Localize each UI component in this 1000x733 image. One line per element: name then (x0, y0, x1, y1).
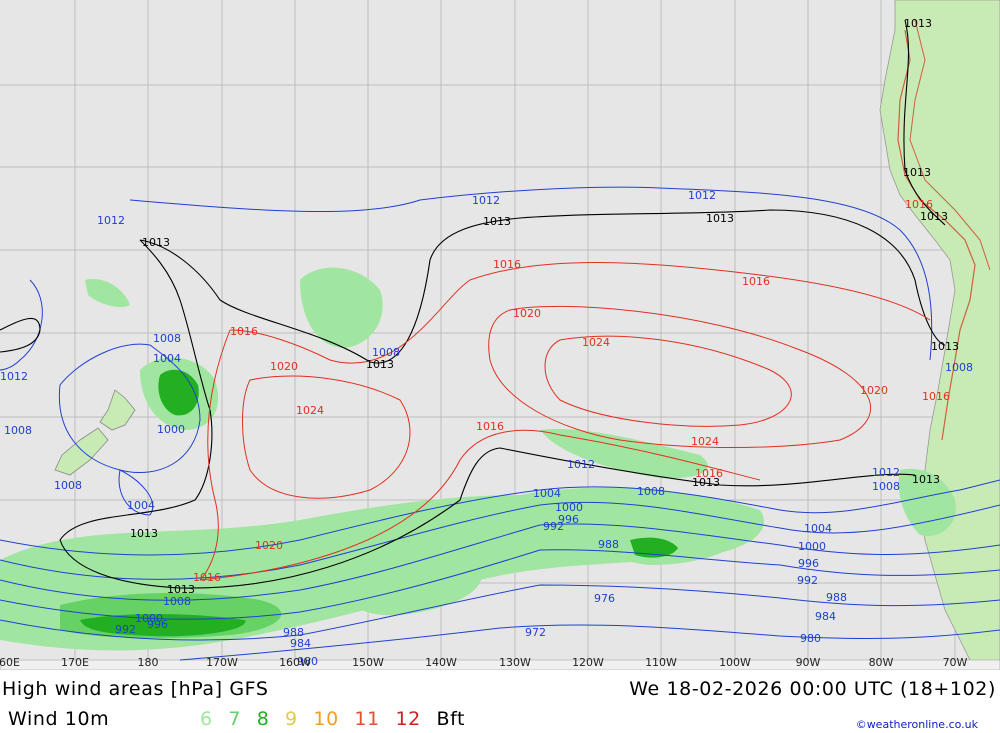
isobar-label: 992 (543, 520, 564, 533)
isobar-label: 1013 (912, 473, 940, 486)
isobar-label: 1013 (904, 17, 932, 30)
lon-label: 160W (279, 656, 311, 669)
isobar-label: 1008 (637, 485, 665, 498)
isobar-label: 1020 (270, 360, 298, 373)
isobar-label: 1012 (688, 189, 716, 202)
isobar-label: 992 (115, 623, 136, 636)
isobar-label: 1024 (582, 336, 610, 349)
isobar-label: 1013 (903, 166, 931, 179)
isobar-label: 980 (800, 632, 821, 645)
isobar-label: 996 (147, 618, 168, 631)
isobar-label: 1016 (230, 325, 258, 338)
lon-label: 120W (572, 656, 604, 669)
isobar-label: 1016 (493, 258, 521, 271)
isobar-label: 1008 (54, 479, 82, 492)
isobar-label: 1004 (804, 522, 832, 535)
isobar-label: 1008 (4, 424, 32, 437)
weather-map: 1013 1013 1013 1013 1013 1013 1013 1013 … (0, 0, 1000, 671)
lon-label: 140W (425, 656, 457, 669)
isobar-label: 1016 (922, 390, 950, 403)
footer: High wind areas [hPa] GFS We 18-02-2026 … (0, 670, 1000, 733)
map-canvas: 1013 1013 1013 1013 1013 1013 1013 1013 … (0, 0, 1000, 671)
scale-value: 12 (395, 708, 421, 730)
isobar-label: 1008 (945, 361, 973, 374)
isobar-label: 1013 (920, 210, 948, 223)
isobar-label: 1012 (0, 370, 28, 383)
isobar-label: 1013 (706, 212, 734, 225)
isobar-label: 1016 (905, 198, 933, 211)
isobar-label: 1013 (483, 215, 511, 228)
beaufort-scale: 6 7 8 9 10 11 12 Bft (200, 708, 474, 730)
isobar-label: 1012 (872, 466, 900, 479)
lon-label: 100W (719, 656, 751, 669)
lon-label: 170W (206, 656, 238, 669)
lon-label: 110W (645, 656, 677, 669)
isobar-label: 1000 (798, 540, 826, 553)
longitude-axis: 160E 170E 180 170W 160W 150W 140W 130W 1… (0, 656, 1000, 670)
scale-value: 11 (354, 708, 380, 730)
lon-label: 80W (868, 656, 894, 669)
isobar-label: 1004 (127, 499, 155, 512)
isobar-label: 1012 (472, 194, 500, 207)
isobar-label: 1008 (872, 480, 900, 493)
lon-label: 150W (352, 656, 384, 669)
isobar-label: 996 (798, 557, 819, 570)
lon-label: 130W (499, 656, 531, 669)
lon-label: 180 (137, 656, 159, 669)
isobar-label: 1024 (691, 435, 719, 448)
isobar-label: 1000 (157, 423, 185, 436)
scale-value: 7 (228, 708, 242, 730)
isobar-label: 984 (290, 637, 311, 650)
isobar-label: 1008 (163, 595, 191, 608)
isobar-label: 1012 (567, 458, 595, 471)
lon-label: 160E (0, 656, 20, 669)
forecast-time: We 18-02-2026 00:00 UTC (18+102) (629, 678, 996, 700)
isobar-label: 976 (594, 592, 615, 605)
isobar-label: 1013 (142, 236, 170, 249)
lon-label: 90W (795, 656, 821, 669)
isobar-label: 1020 (860, 384, 888, 397)
isobar-label: 1016 (193, 571, 221, 584)
scale-value: 6 (200, 708, 213, 730)
isobar-label: 1016 (695, 467, 723, 480)
isobar-label: 992 (797, 574, 818, 587)
isobar-label: 1024 (296, 404, 324, 417)
lon-label: 170E (61, 656, 89, 669)
isobar-label: 1016 (742, 275, 770, 288)
wind-label: Wind 10m (8, 708, 110, 730)
scale-value: 10 (313, 708, 339, 730)
isobar-label: 1012 (97, 214, 125, 227)
isobar-label: 988 (826, 591, 847, 604)
isobar-label: 988 (598, 538, 619, 551)
isobar-label: 1008 (372, 346, 400, 359)
credit-link[interactable]: ©weatheronline.co.uk (856, 718, 978, 731)
isobar-label: 1013 (130, 527, 158, 540)
map-title: High wind areas [hPa] GFS (2, 678, 269, 700)
isobar-label: 1016 (476, 420, 504, 433)
isobar-label: 1008 (153, 332, 181, 345)
isobar-label: 1004 (153, 352, 181, 365)
scale-value: 8 (256, 708, 270, 730)
isobar-label: 1013 (366, 358, 394, 371)
isobar-label: 984 (815, 610, 836, 623)
isobar-label: 1004 (533, 487, 561, 500)
scale-unit: Bft (436, 708, 466, 730)
isobar-label: 972 (525, 626, 546, 639)
lon-label: 70W (942, 656, 968, 669)
isobar-label: 1013 (931, 340, 959, 353)
scale-value: 9 (285, 708, 298, 730)
isobar-label: 1020 (255, 539, 283, 552)
isobar-label: 1020 (513, 307, 541, 320)
